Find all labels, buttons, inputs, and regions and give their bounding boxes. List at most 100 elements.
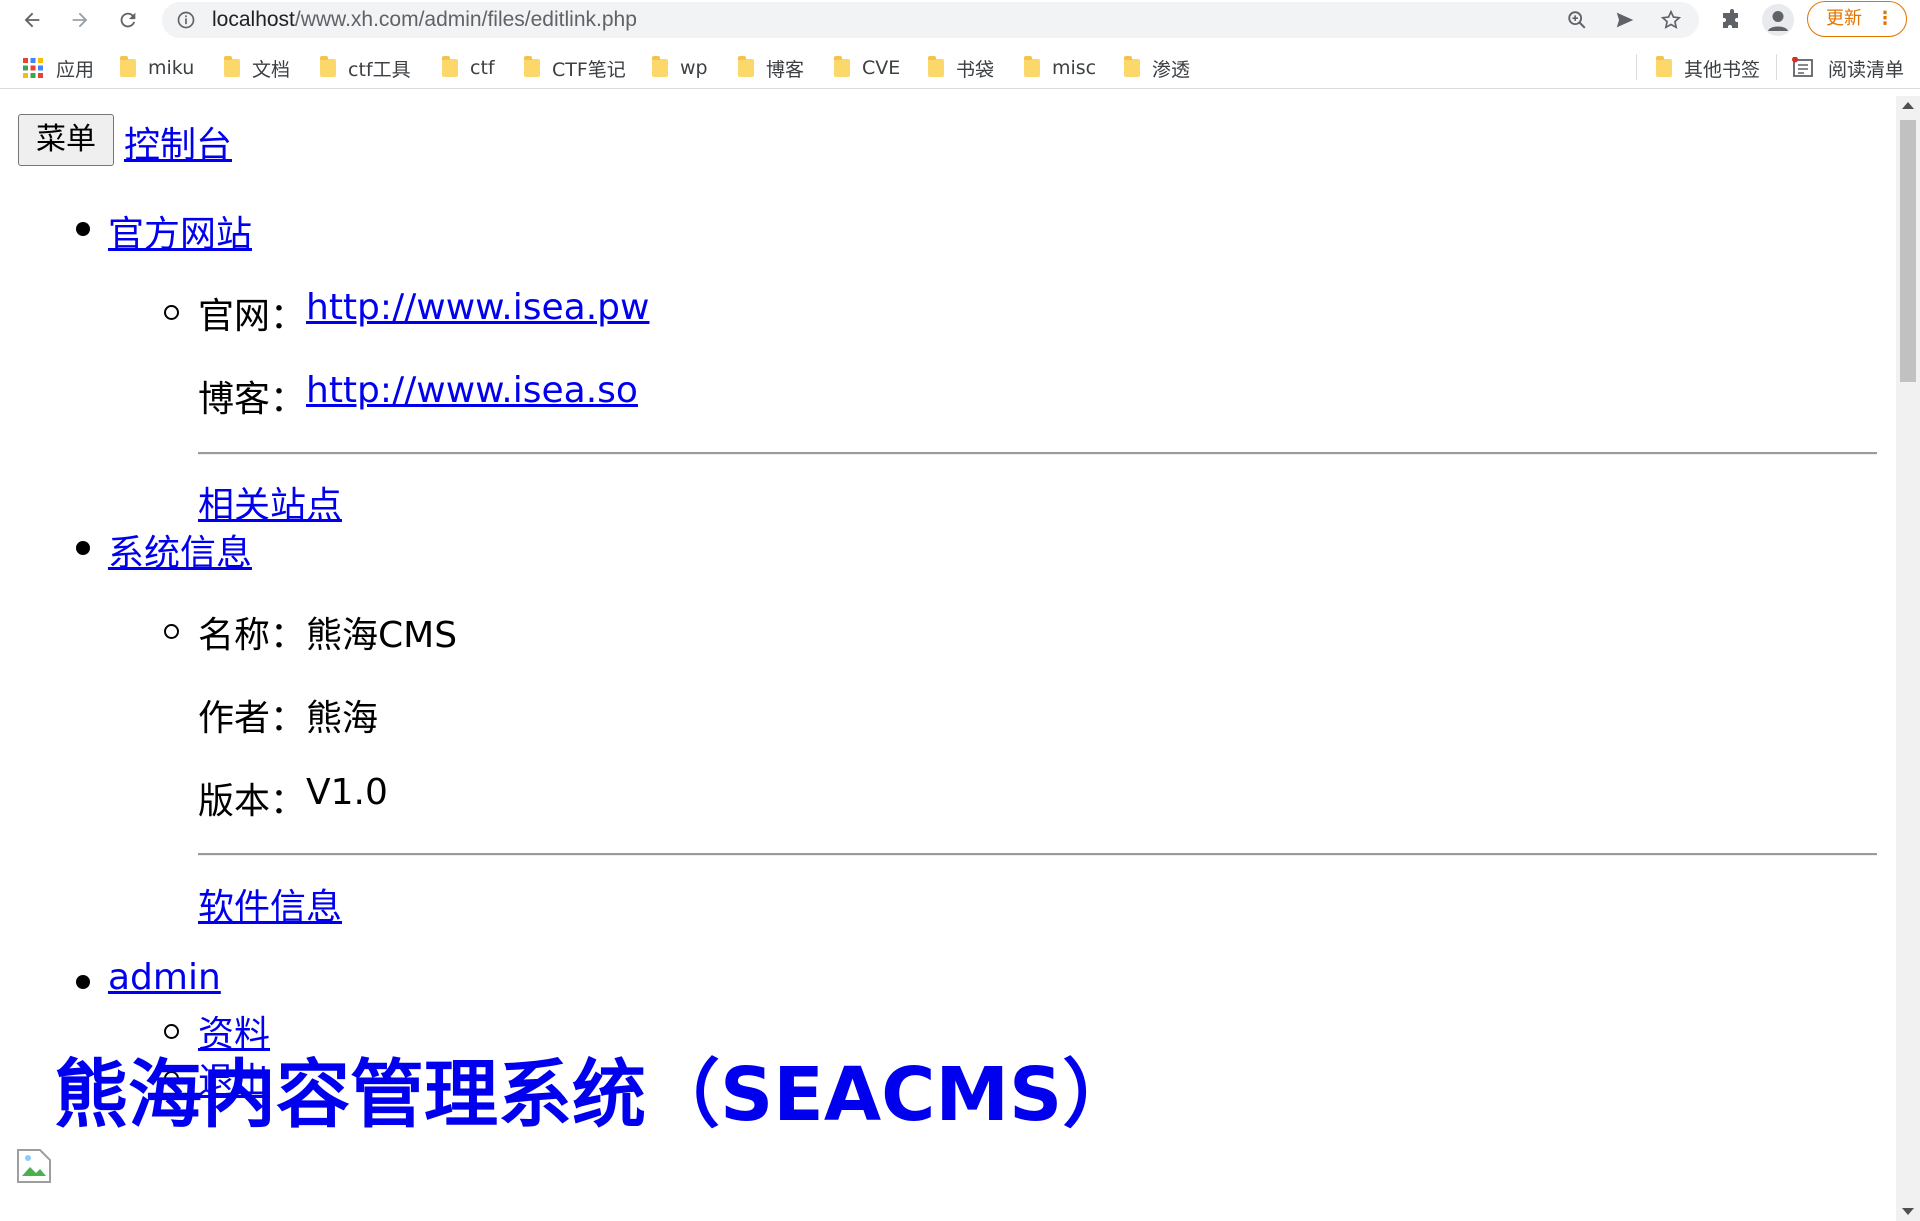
bullet-disc	[76, 541, 90, 555]
bookmark-folder[interactable]: 书袋	[928, 54, 994, 82]
zoom-icon	[1568, 11, 1586, 29]
sysinfo-name-label: 名称：	[198, 615, 307, 656]
bookmark-folder[interactable]: 渗透	[1124, 54, 1190, 82]
related-sites-link[interactable]: 相关站点	[198, 476, 342, 528]
page-heading[interactable]: 熊海内容管理系统（SEACMS）	[54, 1058, 1136, 1132]
send-icon	[1616, 12, 1634, 28]
url-text[interactable]: localhost/www.xh.com/admin/files/editlin…	[212, 2, 637, 38]
forward-button[interactable]	[64, 4, 96, 36]
bookmark-label: 博客	[766, 58, 805, 81]
official-site-label: 官网：	[198, 296, 307, 337]
forward-icon	[72, 12, 88, 28]
address-bar[interactable]: localhost/www.xh.com/admin/files/editlin…	[162, 2, 1699, 38]
bullet-disc	[76, 222, 90, 236]
url-path: /www.xh.com/admin/files/editlink.php	[294, 8, 637, 31]
update-button[interactable]: 更新 ⋮	[1807, 1, 1907, 37]
official-site-link[interactable]: http://www.isea.pw	[306, 287, 649, 328]
folder-icon	[524, 56, 540, 77]
folder-icon	[1124, 56, 1140, 77]
profile-button[interactable]	[1762, 4, 1794, 36]
extensions-button[interactable]	[1720, 8, 1744, 32]
bookmark-apps[interactable]: 应用	[22, 54, 94, 82]
apps-grid-icon	[23, 58, 43, 78]
blog-label: 博客：	[198, 379, 307, 420]
bookmark-label: CTF笔记	[552, 58, 626, 81]
bookmark-folder[interactable]: 文档	[224, 54, 290, 82]
bookmark-label: 文档	[252, 58, 291, 81]
bullet-disc	[76, 975, 90, 989]
reload-button[interactable]	[112, 4, 144, 36]
sysinfo-author-value: 熊海	[306, 698, 379, 739]
nav-official-link[interactable]: 官方网站	[108, 205, 252, 257]
bookmark-folder[interactable]: ctf工具	[320, 54, 411, 82]
update-label: 更新	[1826, 8, 1862, 29]
extensions-icon	[1723, 9, 1738, 28]
info-icon[interactable]	[176, 10, 196, 30]
back-icon	[24, 12, 40, 28]
bookmark-star-button[interactable]	[1659, 8, 1683, 32]
folder-icon	[442, 56, 458, 77]
bookmark-divider	[1776, 54, 1777, 80]
bookmark-other[interactable]: 其他书签	[1656, 54, 1760, 82]
bookmark-folder[interactable]: 博客	[738, 54, 804, 82]
bookmark-label: misc	[1052, 57, 1097, 79]
scroll-up-arrow-icon[interactable]	[1902, 102, 1914, 109]
console-link[interactable]: 控制台	[124, 116, 232, 168]
admin-profile-link[interactable]: 资料	[198, 1005, 270, 1057]
reading-list[interactable]: 阅读清单	[1792, 54, 1904, 82]
bookmark-label: CVE	[862, 57, 901, 79]
software-info-link[interactable]: 软件信息	[198, 878, 342, 930]
folder-icon	[652, 56, 668, 77]
folder-icon	[120, 56, 136, 77]
reading-list-icon	[1792, 57, 1813, 77]
star-icon	[1660, 9, 1682, 29]
reading-list-label: 阅读清单	[1828, 58, 1905, 81]
bookmark-divider	[1636, 54, 1637, 80]
sysinfo-name-value: 熊海CMS	[306, 615, 458, 656]
divider	[198, 853, 1877, 856]
bookmark-folder[interactable]: miku	[120, 54, 194, 82]
bookmark-label: wp	[680, 57, 708, 79]
folder-icon	[1024, 56, 1040, 77]
bookmark-label: 书袋	[956, 58, 995, 81]
folder-icon	[738, 56, 754, 77]
bookmark-folder[interactable]: CTF笔记	[524, 54, 626, 82]
folder-icon	[1656, 56, 1672, 77]
scroll-thumb[interactable]	[1900, 120, 1916, 382]
back-button[interactable]	[16, 4, 48, 36]
reload-icon	[120, 12, 136, 28]
divider	[198, 452, 1877, 455]
folder-icon	[834, 56, 850, 77]
sysinfo-author-label: 作者：	[198, 698, 307, 739]
bullet-circle	[164, 1024, 179, 1039]
folder-icon	[928, 56, 944, 77]
menu-button[interactable]: 菜单	[18, 114, 114, 166]
scroll-down-arrow-icon[interactable]	[1902, 1208, 1914, 1215]
page-viewport: 菜单 控制台 官方网站 官网： http://www.isea.pw 博客： h…	[0, 96, 1896, 1221]
bookmark-folder[interactable]: misc	[1024, 54, 1096, 82]
bookmark-apps-label: 应用	[56, 58, 95, 81]
page-scrollbar[interactable]	[1896, 96, 1920, 1221]
bookmark-other-label: 其他书签	[1684, 58, 1761, 81]
bullet-circle	[164, 305, 179, 320]
sysinfo-version-label: 版本：	[198, 781, 307, 822]
nav-sysinfo-link[interactable]: 系统信息	[108, 524, 252, 576]
bookmark-folder[interactable]: CVE	[834, 54, 900, 82]
profile-icon	[1768, 11, 1788, 31]
bookmark-label: ctf工具	[348, 58, 411, 81]
nav-admin-link[interactable]: admin	[108, 957, 221, 998]
bookmark-label: ctf	[470, 57, 495, 79]
sysinfo-version-value: V1.0	[306, 772, 388, 813]
bookmark-folder[interactable]: wp	[652, 54, 708, 82]
folder-icon	[320, 56, 336, 77]
bullet-circle	[164, 624, 179, 639]
browser-toolbar: localhost/www.xh.com/admin/files/editlin…	[0, 0, 1920, 40]
broken-image-icon	[17, 1149, 51, 1183]
url-host: localhost	[212, 8, 295, 31]
send-button[interactable]	[1613, 8, 1637, 32]
bookmark-label: 渗透	[1152, 58, 1191, 81]
zoom-button[interactable]	[1565, 8, 1589, 32]
bookmark-folder[interactable]: ctf	[442, 54, 495, 82]
more-icon: ⋮	[1876, 8, 1894, 29]
blog-link[interactable]: http://www.isea.so	[306, 370, 638, 411]
